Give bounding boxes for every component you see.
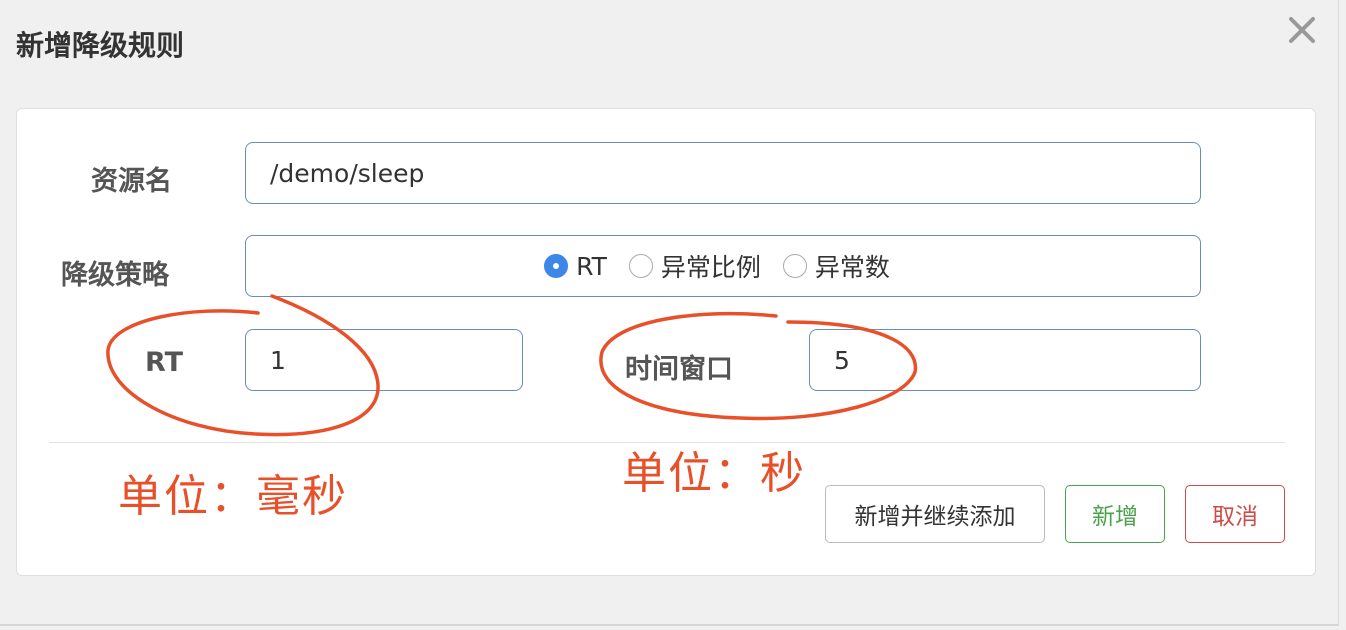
dialog-title: 新增降级规则 xyxy=(16,29,185,62)
resource-input[interactable] xyxy=(245,142,1201,204)
rt-input[interactable] xyxy=(245,329,523,391)
resource-label: 资源名 xyxy=(91,166,172,197)
rt-label: RT xyxy=(145,347,183,378)
close-icon[interactable] xyxy=(1286,14,1318,46)
radio-rt[interactable]: RT xyxy=(544,252,607,281)
radio-exception-ratio[interactable]: 异常比例 xyxy=(628,248,761,284)
add-and-continue-button[interactable]: 新增并继续添加 xyxy=(825,485,1045,543)
strategy-radio-group: RT 异常比例 异常数 xyxy=(245,235,1201,297)
radio-exception-count-label: 异常数 xyxy=(814,253,890,282)
window-unit-annotation: 单位：秒 xyxy=(622,448,806,499)
radio-exception-count[interactable]: 异常数 xyxy=(782,248,890,284)
window-label: 时间窗口 xyxy=(625,354,733,385)
radio-exception-ratio-label: 异常比例 xyxy=(660,253,761,282)
radio-exception-count-circle[interactable] xyxy=(782,254,807,278)
radio-rt-label: RT xyxy=(576,251,607,281)
add-button[interactable]: 新增 xyxy=(1065,485,1165,543)
rt-unit-annotation: 单位：毫秒 xyxy=(118,471,348,522)
radio-exception-ratio-circle[interactable] xyxy=(628,254,653,278)
radio-rt-circle[interactable] xyxy=(544,254,569,278)
cancel-button[interactable]: 取消 xyxy=(1185,485,1285,543)
window-input[interactable] xyxy=(809,329,1201,391)
degrade-rule-dialog: 新增降级规则 资源名 降级策略 RT 异常比例 异常数 RT 时间 xyxy=(0,0,1339,626)
strategy-label: 降级策略 xyxy=(61,260,169,291)
